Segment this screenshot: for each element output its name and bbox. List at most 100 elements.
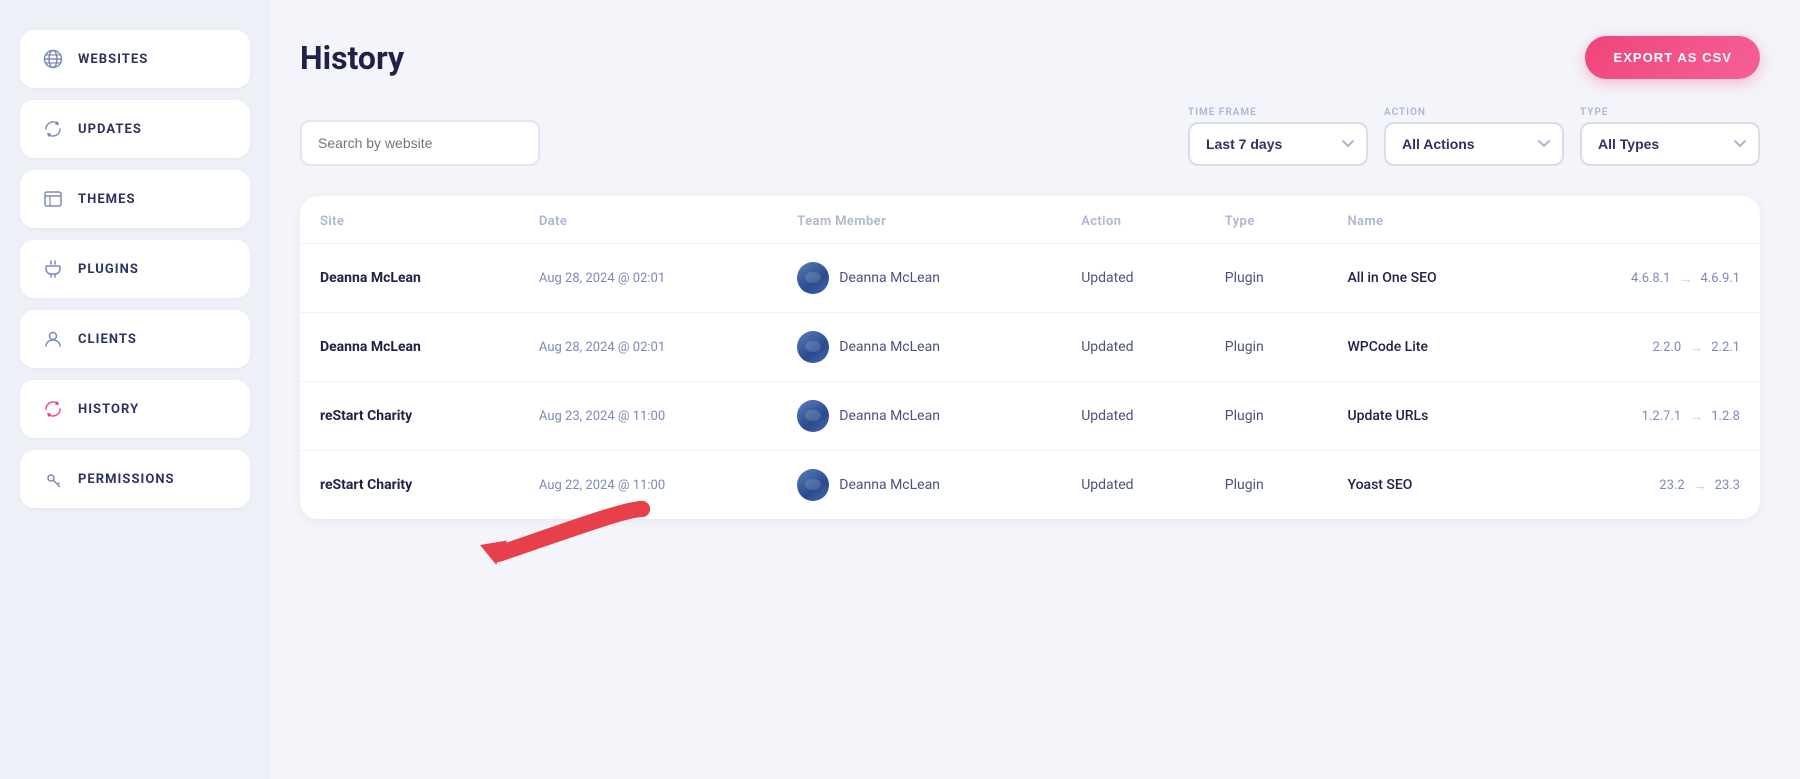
search-input[interactable] xyxy=(300,120,540,166)
cell-type-3: Plugin xyxy=(1205,451,1328,520)
cell-date-0: Aug 28, 2024 @ 02:01 xyxy=(519,244,777,313)
version-arrow-0: → xyxy=(1678,270,1692,287)
version-from-3: 23.2 xyxy=(1659,478,1684,493)
history-icon xyxy=(42,398,64,420)
member-name-3: Deanna McLean xyxy=(839,477,940,493)
cell-type-1: Plugin xyxy=(1205,313,1328,382)
cell-member-3: Deanna McLean xyxy=(777,451,1061,520)
cell-version-3: 23.2 → 23.3 xyxy=(1528,451,1760,520)
version-from-0: 4.6.8.1 xyxy=(1631,271,1671,286)
search-wrap xyxy=(300,120,540,166)
version-to-2: 1.2.8 xyxy=(1711,409,1740,424)
col-type: Type xyxy=(1205,196,1328,244)
col-version xyxy=(1528,196,1760,244)
sidebar-item-permissions[interactable]: PERMISSIONS xyxy=(20,450,250,508)
cell-name-2: Update URLs xyxy=(1327,382,1528,451)
avatar-1 xyxy=(797,331,829,363)
cell-action-3: Updated xyxy=(1061,451,1205,520)
filter-row: TIME FRAME Last 7 days Last 30 days Last… xyxy=(300,107,1760,166)
cell-version-1: 2.2.0 → 2.2.1 xyxy=(1528,313,1760,382)
cell-site-1: Deanna McLean xyxy=(300,313,519,382)
sidebar-label-permissions: PERMISSIONS xyxy=(78,472,175,487)
action-select[interactable]: All Actions Updated Installed xyxy=(1384,122,1564,166)
version-to-1: 2.2.1 xyxy=(1711,340,1740,355)
sidebar-item-themes[interactable]: THEMES xyxy=(20,170,250,228)
cell-action-0: Updated xyxy=(1061,244,1205,313)
avatar-2 xyxy=(797,400,829,432)
main-content: History EXPORT AS CSV TIME FRAME Last 7 … xyxy=(270,0,1800,779)
version-arrow-1: → xyxy=(1689,339,1703,356)
sidebar-item-clients[interactable]: CLIENTS xyxy=(20,310,250,368)
header-row: History EXPORT AS CSV xyxy=(300,36,1760,79)
cell-version-2: 1.2.7.1 → 1.2.8 xyxy=(1528,382,1760,451)
cell-type-2: Plugin xyxy=(1205,382,1328,451)
sidebar-label-updates: UPDATES xyxy=(78,122,142,137)
version-to-3: 23.3 xyxy=(1715,478,1740,493)
member-name-2: Deanna McLean xyxy=(839,408,940,424)
updates-icon xyxy=(42,118,64,140)
cell-type-0: Plugin xyxy=(1205,244,1328,313)
type-label: TYPE xyxy=(1580,107,1760,118)
cell-date-3: Aug 22, 2024 @ 11:00 xyxy=(519,451,777,520)
version-arrow-3: → xyxy=(1693,477,1707,494)
sidebar-item-updates[interactable]: UPDATES xyxy=(20,100,250,158)
cell-member-1: Deanna McLean xyxy=(777,313,1061,382)
sidebar-item-plugins[interactable]: PLUGINS xyxy=(20,240,250,298)
type-filter-group: TYPE All Types Plugin Theme xyxy=(1580,107,1760,166)
avatar-3 xyxy=(797,469,829,501)
plugins-icon xyxy=(42,258,64,280)
cell-date-2: Aug 23, 2024 @ 11:00 xyxy=(519,382,777,451)
sidebar-label-clients: CLIENTS xyxy=(78,332,137,347)
avatar-0 xyxy=(797,262,829,294)
table-row: reStart Charity Aug 22, 2024 @ 11:00 Dea… xyxy=(300,451,1760,520)
member-name-1: Deanna McLean xyxy=(839,339,940,355)
timeframe-filter-group: TIME FRAME Last 7 days Last 30 days Last… xyxy=(1188,107,1368,166)
cell-site-2: reStart Charity xyxy=(300,382,519,451)
action-label: ACTION xyxy=(1384,107,1564,118)
version-from-2: 1.2.7.1 xyxy=(1642,409,1682,424)
version-to-0: 4.6.9.1 xyxy=(1700,271,1740,286)
sidebar-item-websites[interactable]: WEBSITES xyxy=(20,30,250,88)
websites-icon xyxy=(42,48,64,70)
action-filter-group: ACTION All Actions Updated Installed xyxy=(1384,107,1564,166)
cell-name-0: All in One SEO xyxy=(1327,244,1528,313)
page-title: History xyxy=(300,39,404,77)
sidebar: WEBSITES UPDATES THEMES xyxy=(0,0,270,779)
sidebar-label-websites: WEBSITES xyxy=(78,52,148,67)
cell-name-1: WPCode Lite xyxy=(1327,313,1528,382)
export-csv-button[interactable]: EXPORT AS CSV xyxy=(1585,36,1760,79)
cell-member-2: Deanna McLean xyxy=(777,382,1061,451)
sidebar-label-history: HISTORY xyxy=(78,402,139,417)
themes-icon xyxy=(42,188,64,210)
timeframe-select[interactable]: Last 7 days Last 30 days Last 90 days xyxy=(1188,122,1368,166)
table-row: Deanna McLean Aug 28, 2024 @ 02:01 Deann… xyxy=(300,244,1760,313)
type-select[interactable]: All Types Plugin Theme xyxy=(1580,122,1760,166)
col-action: Action xyxy=(1061,196,1205,244)
cell-member-0: Deanna McLean xyxy=(777,244,1061,313)
cell-action-2: Updated xyxy=(1061,382,1205,451)
timeframe-label: TIME FRAME xyxy=(1188,107,1368,118)
col-site: Site xyxy=(300,196,519,244)
history-table: Site Date Team Member Action Type Name D… xyxy=(300,196,1760,519)
member-name-0: Deanna McLean xyxy=(839,270,940,286)
cell-action-1: Updated xyxy=(1061,313,1205,382)
cell-site-0: Deanna McLean xyxy=(300,244,519,313)
permissions-icon xyxy=(42,468,64,490)
table-row: reStart Charity Aug 23, 2024 @ 11:00 Dea… xyxy=(300,382,1760,451)
cell-name-3: Yoast SEO xyxy=(1327,451,1528,520)
cell-version-0: 4.6.8.1 → 4.6.9.1 xyxy=(1528,244,1760,313)
sidebar-label-plugins: PLUGINS xyxy=(78,262,139,277)
history-table-card: Site Date Team Member Action Type Name D… xyxy=(300,196,1760,519)
col-date: Date xyxy=(519,196,777,244)
col-member: Team Member xyxy=(777,196,1061,244)
cell-date-1: Aug 28, 2024 @ 02:01 xyxy=(519,313,777,382)
col-name: Name xyxy=(1327,196,1528,244)
table-row: Deanna McLean Aug 28, 2024 @ 02:01 Deann… xyxy=(300,313,1760,382)
version-from-1: 2.2.0 xyxy=(1652,340,1681,355)
cell-site-3: reStart Charity xyxy=(300,451,519,520)
sidebar-label-themes: THEMES xyxy=(78,192,136,207)
sidebar-item-history[interactable]: HISTORY xyxy=(20,380,250,438)
table-header-row: Site Date Team Member Action Type Name xyxy=(300,196,1760,244)
version-arrow-2: → xyxy=(1689,408,1703,425)
clients-icon xyxy=(42,328,64,350)
